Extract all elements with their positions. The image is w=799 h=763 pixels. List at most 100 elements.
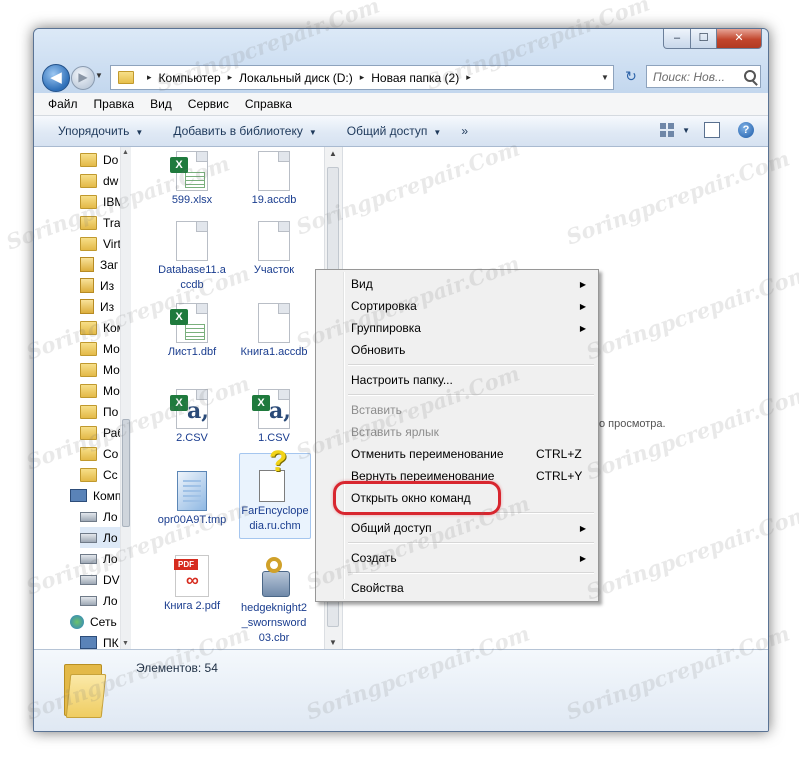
menu-item-label: Общий доступ [351,521,432,535]
file-item[interactable]: a, X 1.CSV [239,389,309,446]
file-item[interactable]: a, X 2.CSV [157,389,227,446]
nav-item-label: Мо [103,341,120,356]
file-list: X 599.xlsx 19.accdb Database11.accdb Участок… [135,147,325,649]
folder-icon [80,446,97,461]
file-item[interactable]: hedgeknight2_swornsword03.cbr [239,555,309,646]
menu-item-label: Создать [351,551,397,565]
menu-file[interactable]: Файл [40,97,86,111]
file-item[interactable]: Книга1.accdb [239,303,309,360]
context-menu-item[interactable]: Отменить переименование CTRL+Z [318,444,596,465]
computer-icon [80,636,97,649]
file-item[interactable]: PDF ∞ Книга 2.pdf [157,555,227,614]
context-menu-item[interactable]: Вид ▶ [318,274,596,295]
excel-file-icon: X [170,151,208,191]
blank-file-icon [258,151,290,191]
folder-icon [80,467,97,482]
view-dropdown-icon[interactable]: ▼ [682,126,690,135]
organize-button[interactable]: Упорядочить ▼ [58,124,143,138]
context-menu-item[interactable]: Сортировка ▶ [318,296,596,317]
folder-icon [80,362,97,377]
file-item[interactable]: 19.accdb [239,151,309,208]
file-item[interactable]: X Лист1.dbf [157,303,227,360]
forward-button[interactable]: ▶ [71,66,95,90]
nav-item-label: Сс [103,467,118,482]
file-item[interactable]: X 599.xlsx [157,151,227,208]
address-dropdown-icon[interactable]: ▼ [597,73,613,82]
context-menu-item[interactable]: Создать ▶ [318,548,596,569]
nav-item-label: Из [100,299,115,314]
maximize-button[interactable]: ☐ [691,29,717,49]
address-separator[interactable]: ▸ [360,72,365,83]
context-menu: Вид ▶ Сортировка ▶ Группировка ▶ Обновить Настр… [315,269,599,602]
preview-pane-icon[interactable] [704,122,720,138]
nav-item-label: Из [100,278,115,293]
title-bar: – ☐ ✕ ◀ ▶ ▼ ▸ Компьютер ▸ Локальный диск… [34,29,768,93]
file-name: Лист1.dbf [167,346,217,358]
context-menu-item: Вставить [318,400,596,421]
folder-icon [80,341,97,356]
change-view-icon[interactable] [660,123,675,137]
menu-item-label: Отменить переименование [351,447,504,461]
file-item[interactable]: Database11.accdb [157,221,227,293]
scroll-up-icon[interactable]: ▲ [122,149,129,156]
refresh-icon[interactable]: ↻ [618,66,644,87]
address-separator[interactable]: ▸ [147,72,152,83]
menu-help[interactable]: Справка [237,97,300,111]
nav-item-label: ПК [103,635,119,650]
breadcrumb-computer[interactable]: Компьютер [159,71,221,85]
scroll-thumb[interactable] [122,419,130,527]
address-separator[interactable]: ▸ [466,72,471,83]
search-icon[interactable] [744,70,756,82]
search-input[interactable]: Поиск: Нов... [646,65,761,88]
minimize-button[interactable]: – [663,29,691,49]
menu-separator [348,542,594,544]
scroll-down-icon[interactable]: ▼ [122,640,129,647]
nav-item-label: Мо [103,383,120,398]
file-item[interactable]: ? FarEncyclopedia.ru.chm [239,447,311,539]
drive-icon [80,532,97,543]
scroll-down-icon[interactable]: ▼ [329,638,337,647]
file-item[interactable]: Участок [239,221,309,278]
close-button[interactable]: ✕ [717,29,762,49]
folder-icon [80,425,97,440]
nav-item-label: Комп [93,488,122,503]
menu-item-label: Вставить [351,403,402,417]
menu-separator [348,394,594,396]
nav-item-label: Do [103,152,119,167]
chevron-down-icon: ▼ [433,128,442,137]
breadcrumb-drive[interactable]: Локальный диск (D:) [239,71,353,85]
excel-csv-icon: a, X [170,389,209,429]
view-controls: ▼ ? [660,122,754,138]
file-name: Книга 2.pdf [163,600,221,612]
add-to-library-button[interactable]: Добавить в библиотеку ▼ [173,124,316,138]
share-button[interactable]: Общий доступ ▼ [347,124,442,138]
history-dropdown-icon[interactable]: ▼ [95,71,105,83]
help-icon[interactable]: ? [738,122,754,138]
context-menu-item[interactable]: Группировка ▶ [318,318,596,339]
submenu-arrow-icon: ▶ [579,324,586,333]
context-menu-item[interactable]: Свойства [318,578,596,599]
menu-tools[interactable]: Сервис [180,97,237,111]
context-menu-item[interactable]: Общий доступ ▶ [318,518,596,539]
file-item[interactable]: opr00A9T.tmp [157,471,227,528]
command-bar: Упорядочить ▼ Добавить в библиотеку ▼ Общи… [34,116,768,147]
tmp-file-icon [177,471,207,511]
address-separator[interactable]: ▸ [228,72,233,83]
folder-icon [80,173,97,188]
context-menu-item[interactable]: Обновить [318,340,596,361]
menu-item-label: Сортировка [351,299,417,313]
file-name: 2.CSV [176,432,208,444]
menu-view[interactable]: Вид [142,97,180,111]
context-menu-item[interactable]: Настроить папку... [318,370,596,391]
breadcrumb-folder[interactable]: Новая папка (2) [371,71,459,85]
back-button[interactable]: ◀ [42,64,70,92]
folder-icon [80,236,97,251]
share-label: Общий доступ [346,124,428,138]
menu-edit[interactable]: Правка [86,97,143,111]
more-commands-button[interactable]: » [461,124,468,138]
submenu-arrow-icon: ▶ [579,524,586,533]
library-icon [80,257,94,272]
scroll-up-icon[interactable]: ▲ [329,149,337,158]
folder-icon [64,658,107,718]
address-bar[interactable]: ▸ Компьютер ▸ Локальный диск (D:) ▸ Нова… [110,65,614,90]
